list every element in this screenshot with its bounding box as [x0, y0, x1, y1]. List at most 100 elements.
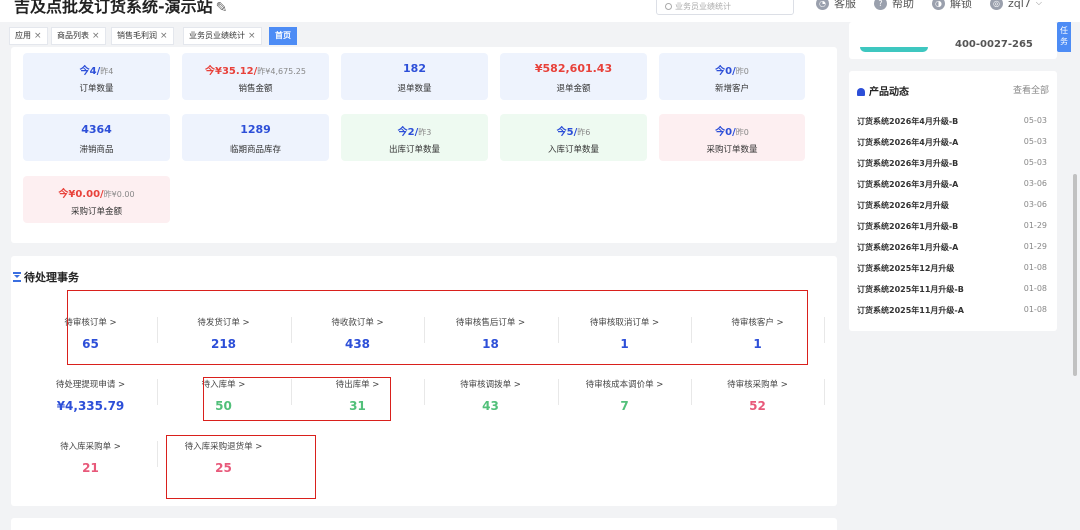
- news-item-date: 01-08: [1023, 263, 1047, 272]
- news-item[interactable]: 订货系统2026年4月升级-B 05-03: [857, 116, 1047, 127]
- edit-icon[interactable]: ✎: [216, 0, 228, 16]
- tab-label: 业务员业绩统计: [189, 31, 245, 40]
- hourglass-icon: [13, 272, 21, 282]
- bottom-panel: [11, 518, 837, 530]
- today-value: 今4/: [79, 66, 101, 77]
- contact-button[interactable]: [860, 47, 928, 52]
- stat-card-purchase-orders[interactable]: 今0/昨0 采购订单数量: [659, 114, 805, 161]
- close-icon[interactable]: ×: [92, 31, 100, 41]
- stat-value: ¥582,601.43: [534, 62, 613, 75]
- stat-card-sales-amount[interactable]: 今¥35.12/昨¥4,675.25 销售金额: [182, 53, 329, 100]
- stat-label: 临期商品库存: [229, 145, 281, 155]
- tab-gross-profit[interactable]: 销售毛利润 ×: [111, 27, 174, 45]
- yesterday-value: 昨¥4,675.25: [257, 67, 306, 76]
- news-item[interactable]: 订货系统2025年11月升级-A 01-08: [857, 305, 1047, 316]
- news-item[interactable]: 订货系统2026年2月升级 03-06: [857, 200, 1047, 211]
- yesterday-value: 昨3: [418, 128, 432, 137]
- divider: [824, 317, 825, 343]
- stat-card-near-expiry[interactable]: 1289 临期商品库存: [182, 114, 329, 161]
- task-label: 待审核成本调价单 >: [585, 380, 664, 390]
- stat-value: 182: [403, 62, 426, 75]
- news-item[interactable]: 订货系统2026年3月升级-A 03-06: [857, 179, 1047, 190]
- menu-label: 解锁: [950, 0, 972, 10]
- task-side-tab[interactable]: 任务: [1057, 22, 1071, 52]
- stat-card-slow-moving[interactable]: 4364 滞销商品: [23, 114, 170, 161]
- news-item-date: 05-03: [1023, 116, 1047, 125]
- stat-card-outbound[interactable]: 今2/昨3 出库订单数量: [341, 114, 488, 161]
- news-item[interactable]: 订货系统2026年3月升级-B 05-03: [857, 158, 1047, 169]
- today-value: 今5/: [556, 127, 578, 138]
- news-item-title: 订货系统2026年3月升级-A: [857, 180, 959, 189]
- tab-apps[interactable]: 应用 ×: [9, 27, 48, 45]
- section-title-text: 待处理事务: [24, 271, 79, 284]
- today-value: 今2/: [397, 127, 419, 138]
- stat-label: 退单数量: [397, 84, 432, 94]
- news-item[interactable]: 订货系统2026年4月升级-A 05-03: [857, 137, 1047, 148]
- stat-value: 4364: [81, 123, 112, 136]
- stat-value: 今¥0.00/昨¥0.00: [23, 185, 170, 200]
- stat-value: 今0/昨0: [659, 123, 805, 138]
- pending-tasks-title: 待处理事务: [13, 269, 79, 285]
- news-item-title: 订货系统2026年3月升级-B: [857, 159, 959, 168]
- yesterday-value: 昨¥0.00: [103, 190, 135, 199]
- stat-value: 今4/昨4: [23, 62, 170, 77]
- stat-card-new-customers[interactable]: 今0/昨0 新增客户: [659, 53, 805, 100]
- top-bar: 吉及点批发订货系统-演示站 ✎ 业务员业绩统计 ◔ 客服 ? 帮助 ◑ 解锁 ◎ zql7…: [0, 0, 1080, 22]
- today-value: 今¥35.12/: [205, 66, 258, 77]
- stat-value: 今0/昨0: [659, 62, 805, 77]
- menu-help[interactable]: ? 帮助: [874, 0, 914, 11]
- news-item-date: 05-03: [1023, 137, 1047, 146]
- news-item-date: 01-29: [1023, 221, 1047, 230]
- stat-card-purchase-amount[interactable]: 今¥0.00/昨¥0.00 采购订单金额: [23, 176, 170, 223]
- tab-label: 应用: [15, 31, 31, 40]
- pending-task-item[interactable]: 待处理提现申请 > ¥4,335.79: [24, 378, 157, 430]
- user-menu[interactable]: ◎ zql7 ⌵: [990, 0, 1042, 11]
- tab-product-list[interactable]: 商品列表 ×: [51, 27, 106, 45]
- close-icon[interactable]: ×: [34, 31, 42, 41]
- close-icon[interactable]: ×: [160, 31, 168, 41]
- pending-task-item[interactable]: 待审核成本调价单 > 7: [558, 378, 691, 430]
- divider: [691, 379, 692, 405]
- task-label: 待审核调拨单 >: [460, 380, 521, 390]
- pending-task-item[interactable]: 待审核调拨单 > 43: [424, 378, 557, 430]
- task-label: 待审核采购单 >: [727, 380, 788, 390]
- menu-customer-service[interactable]: ◔ 客服: [816, 0, 856, 11]
- stat-value: 今2/昨3: [341, 123, 488, 138]
- news-item[interactable]: 订货系统2026年1月升级-A 01-29: [857, 242, 1047, 253]
- news-item-title: 订货系统2026年4月升级-A: [857, 138, 959, 147]
- tab-label: 销售毛利润: [117, 31, 157, 40]
- unlock-icon: ◑: [932, 0, 945, 10]
- today-value: 今0/: [715, 66, 736, 77]
- stat-card-returns[interactable]: 182 退单数量: [341, 53, 488, 100]
- news-item[interactable]: 订货系统2025年11月升级-B 01-08: [857, 284, 1047, 295]
- stat-label: 采购订单数量: [706, 145, 758, 155]
- stat-value: 今¥35.12/昨¥4,675.25: [182, 62, 329, 77]
- news-item[interactable]: 订货系统2025年12月升级 01-08: [857, 263, 1047, 274]
- task-count: 7: [620, 399, 629, 413]
- pending-task-item[interactable]: 待入库采购单 > 21: [24, 440, 157, 492]
- view-all-link[interactable]: 查看全部: [1013, 83, 1049, 96]
- pending-task-item[interactable]: 待审核采购单 > 52: [691, 378, 824, 430]
- task-count: 43: [482, 399, 499, 413]
- username: zql7: [1008, 0, 1031, 10]
- bell-icon: [857, 88, 865, 96]
- scrollbar-thumb[interactable]: [1073, 174, 1077, 376]
- news-item-title: 订货系统2026年1月升级-A: [857, 243, 959, 252]
- menu-unlock[interactable]: ◑ 解锁: [932, 0, 972, 11]
- app-title: 吉及点批发订货系统-演示站 ✎: [14, 0, 227, 17]
- search-input[interactable]: 业务员业绩统计: [656, 0, 794, 15]
- tab-salesman-stats[interactable]: 业务员业绩统计 ×: [183, 27, 262, 45]
- news-item-title: 订货系统2026年1月升级-B: [857, 222, 959, 231]
- close-icon[interactable]: ×: [248, 31, 256, 41]
- task-count: 52: [749, 399, 766, 413]
- stat-label: 销售金额: [238, 84, 273, 94]
- phone-number: 400-0027-265: [955, 39, 1033, 50]
- news-item-date: 01-29: [1023, 242, 1047, 251]
- user-icon: ◎: [990, 0, 1003, 10]
- stat-card-inbound[interactable]: 今5/昨6 入库订单数量: [500, 114, 647, 161]
- news-item[interactable]: 订货系统2026年1月升级-B 01-29: [857, 221, 1047, 232]
- stat-card-orders[interactable]: 今4/昨4 订单数量: [23, 53, 170, 100]
- stat-card-return-amount[interactable]: ¥582,601.43 退单金额: [500, 53, 647, 100]
- today-value: 今¥0.00/: [58, 189, 104, 200]
- tab-home[interactable]: 首页: [269, 27, 297, 45]
